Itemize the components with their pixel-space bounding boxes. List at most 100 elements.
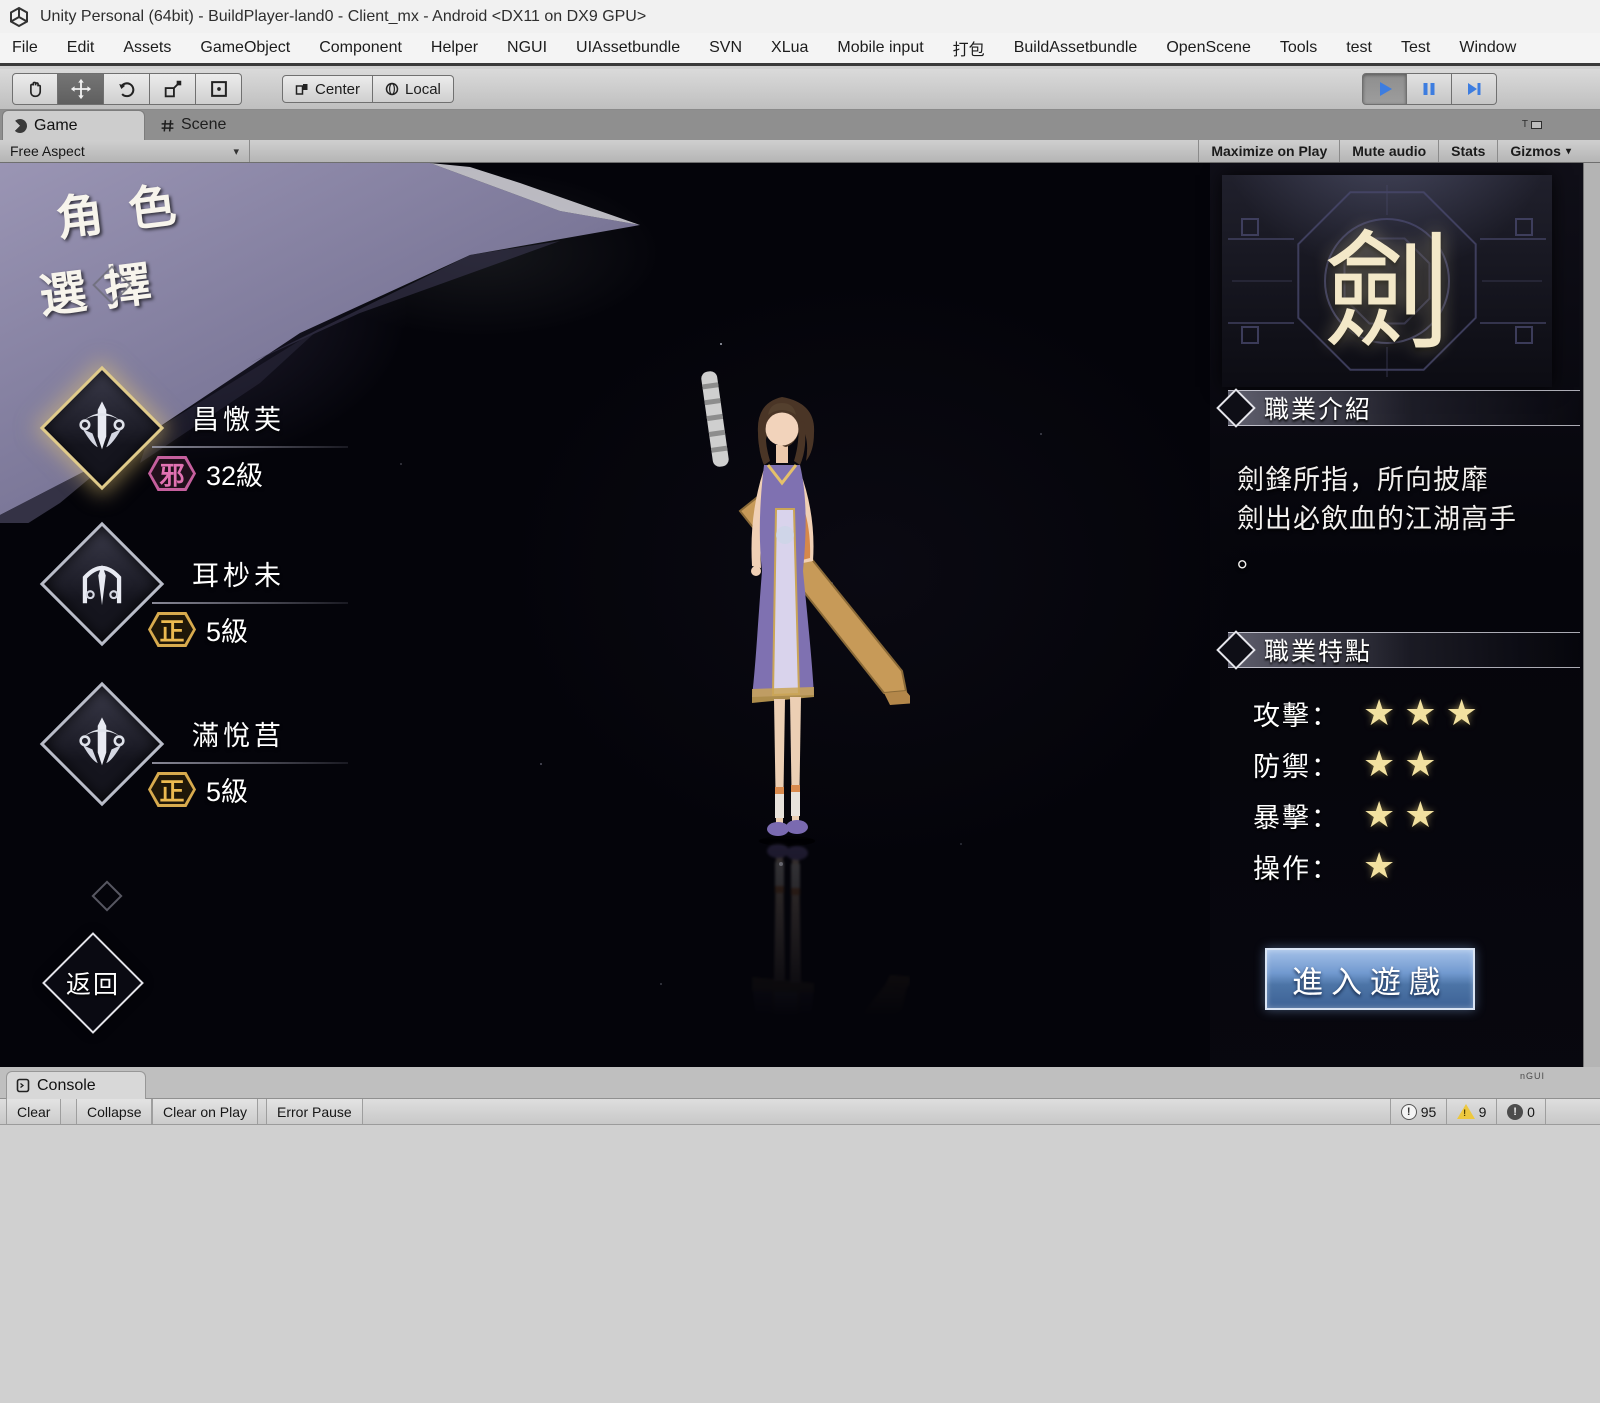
menu-component[interactable]: Component (319, 39, 402, 57)
shoe (767, 844, 789, 858)
arch-emblem-icon (70, 552, 134, 616)
move-tool-button[interactable] (58, 73, 104, 105)
divider (152, 762, 348, 764)
menu-openscene[interactable]: OpenScene (1166, 39, 1251, 57)
alignment-badge: 正 (148, 612, 196, 647)
window-edge-strip (1583, 163, 1600, 1067)
tab-scene[interactable]: Scene (152, 110, 252, 140)
scale-tool-button[interactable] (150, 73, 196, 105)
menu-test-upper[interactable]: Test (1401, 39, 1430, 57)
console-clear-on-play-button[interactable]: Clear on Play (152, 1099, 258, 1124)
menu-uiassetbundle[interactable]: UIAssetbundle (576, 39, 680, 57)
console-tab-row: Console nGUI (0, 1067, 1600, 1099)
sword-handle (700, 370, 729, 467)
gizmos-button[interactable]: Gizmos▾ (1497, 140, 1583, 162)
local-icon (385, 82, 399, 96)
unity-editor-window: Unity Personal (64bit) - BuildPlayer-lan… (0, 0, 1600, 1403)
character-row-2[interactable]: 耳杪未 正 5級 (40, 528, 350, 663)
character-class-icon-sword[interactable] (46, 688, 158, 800)
head (766, 413, 799, 446)
view-tab-row: Game Scene T (0, 110, 1600, 140)
step-button[interactable] (1452, 73, 1497, 105)
pivot-controls: Center Local (282, 75, 454, 103)
rect-tool-button[interactable] (196, 73, 242, 105)
tab-console[interactable]: Console (6, 1071, 146, 1099)
star-dots (720, 343, 722, 345)
shoe (786, 846, 808, 860)
transform-tools (12, 73, 242, 105)
console-tab-icon (16, 1078, 30, 1093)
menu-ngui[interactable]: NGUI (507, 39, 547, 57)
menu-test-lower[interactable]: test (1346, 39, 1372, 57)
character-name: 滿悅莒 (192, 714, 285, 753)
class-glyph: 劍 (1222, 175, 1552, 387)
character-level: 32級 (206, 454, 263, 493)
menu-helper[interactable]: Helper (431, 39, 478, 57)
stat-crit: 暴擊： ★★ (1253, 792, 1573, 838)
maximize-on-play-button[interactable]: Maximize on Play (1198, 140, 1339, 162)
console-collapse-button[interactable]: Collapse (76, 1099, 152, 1124)
character-level: 5級 (206, 770, 248, 809)
rotate-tool-button[interactable] (104, 73, 150, 105)
mute-audio-button[interactable]: Mute audio (1339, 140, 1438, 162)
scene-tab-icon (160, 118, 175, 133)
menu-tools[interactable]: Tools (1280, 39, 1317, 57)
pivot-center-button[interactable]: Center (282, 75, 373, 103)
game-view: 角色 選擇 昌憿芙 邪 32級 (0, 163, 1583, 1067)
console-toolbar: Clear Collapse Clear on Play Error Pause… (0, 1099, 1600, 1125)
menu-svn[interactable]: SVN (709, 39, 742, 57)
menu-assets[interactable]: Assets (123, 39, 171, 57)
menu-buildassetbundle[interactable]: BuildAssetbundle (1014, 39, 1138, 57)
menu-gameobject[interactable]: GameObject (200, 39, 290, 57)
game-view-buttons: Maximize on Play Mute audio Stats Gizmos… (1198, 140, 1583, 162)
tab-game[interactable]: Game (2, 110, 145, 140)
game-tab-icon (13, 119, 27, 133)
character-class-icon-arch[interactable] (46, 528, 158, 640)
menu-xlua[interactable]: XLua (771, 39, 808, 57)
menu-mobile-input[interactable]: Mobile input (837, 39, 923, 57)
character-reflection (690, 839, 910, 1049)
stats-button[interactable]: Stats (1438, 140, 1497, 162)
alignment-badge: 正 (148, 772, 196, 807)
console-clear-button[interactable]: Clear (6, 1099, 61, 1124)
stat-attack: 攻擊： ★★★ (1253, 690, 1573, 736)
features-header: 職業特點 (1228, 632, 1580, 668)
star-rating: ★★ (1363, 794, 1446, 836)
star-rating: ★ (1363, 845, 1404, 887)
play-button[interactable] (1362, 73, 1407, 105)
alignment-badge: 邪 (148, 456, 196, 491)
dress-panel (773, 985, 799, 1049)
divider (152, 602, 348, 604)
menu-edit[interactable]: Edit (67, 39, 95, 57)
intro-header: 職業介紹 (1228, 390, 1580, 426)
class-description: 劍鋒所指，所向披靡 劍出必飲血的江湖高手 。 (1237, 461, 1537, 578)
star-rating: ★★ (1363, 743, 1446, 785)
shoe (767, 822, 789, 836)
character-name: 昌憿芙 (192, 398, 285, 437)
window-title: Unity Personal (64bit) - BuildPlayer-lan… (40, 8, 646, 26)
enter-game-button[interactable]: 進入遊戲 (1265, 948, 1475, 1010)
pause-icon (1420, 80, 1438, 98)
pivot-local-button[interactable]: Local (373, 75, 454, 103)
chevron-down-icon: ▾ (233, 145, 239, 158)
menu-file[interactable]: File (12, 39, 38, 57)
sword-emblem-icon (70, 712, 134, 776)
back-button[interactable]: 返回 (50, 940, 136, 1026)
character-row-1[interactable]: 昌憿芙 邪 32級 (40, 372, 350, 507)
console-log-area[interactable] (0, 1125, 1600, 1403)
console-info-toggle[interactable]: ! 95 (1390, 1099, 1446, 1124)
pause-button[interactable] (1407, 73, 1452, 105)
console-error-pause-button[interactable]: Error Pause (266, 1099, 363, 1124)
aspect-dropdown[interactable]: Free Aspect ▾ (0, 140, 250, 162)
move-icon (70, 78, 92, 100)
hand-icon (24, 78, 46, 100)
character-class-icon-sword[interactable] (46, 372, 158, 484)
console-warning-toggle[interactable]: ! 9 (1446, 1099, 1496, 1124)
play-icon (1376, 80, 1394, 98)
console-error-toggle[interactable]: ! 0 (1496, 1099, 1546, 1124)
hand-tool-button[interactable] (12, 73, 58, 105)
menu-dabao[interactable]: 打包 (953, 36, 985, 60)
menu-window[interactable]: Window (1459, 39, 1516, 57)
character-row-3[interactable]: 滿悅莒 正 5級 (40, 688, 350, 823)
character-name: 耳杪未 (192, 554, 285, 593)
